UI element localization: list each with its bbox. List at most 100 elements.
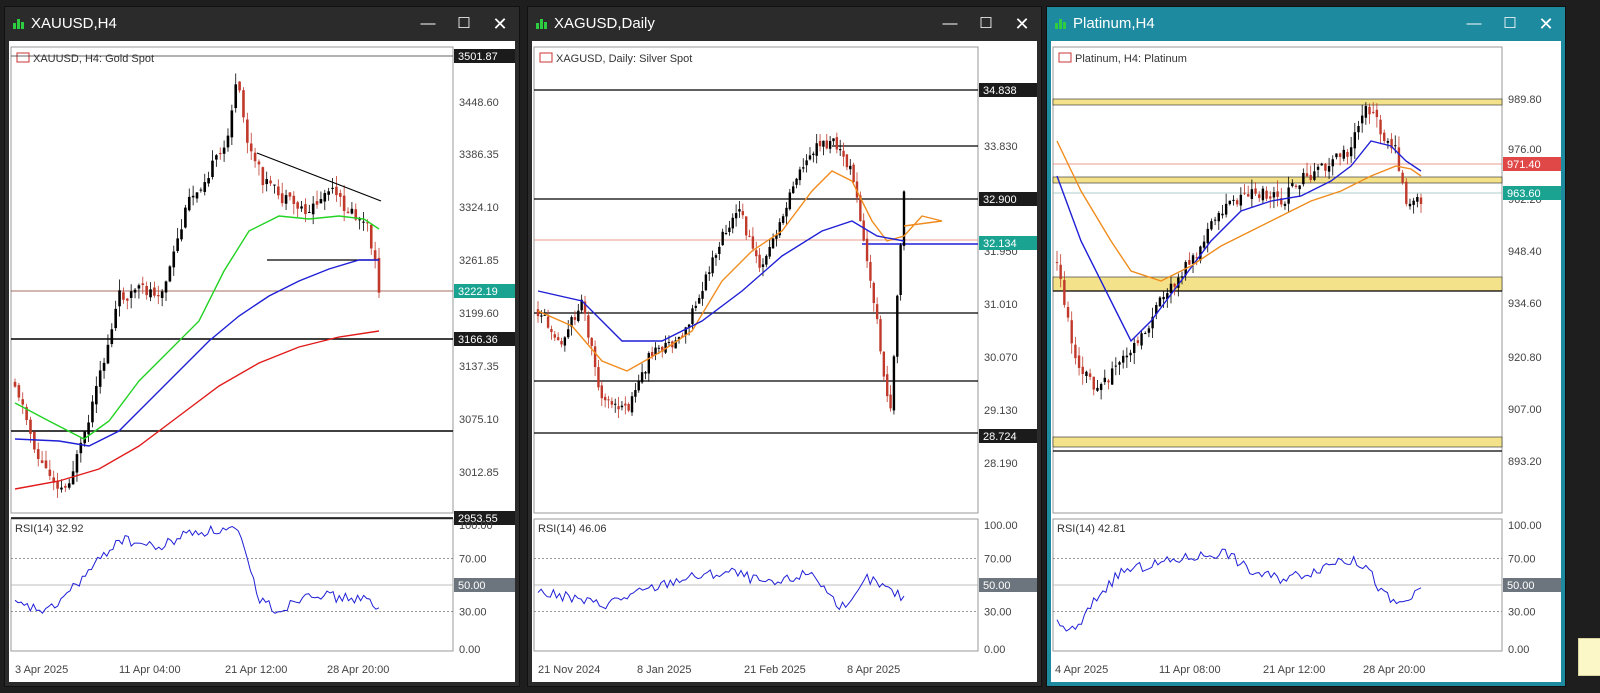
maximize-button[interactable]: ☐ bbox=[1497, 13, 1523, 35]
bull-candle bbox=[765, 255, 768, 265]
bear-candle bbox=[145, 286, 148, 296]
bull-candle bbox=[1291, 183, 1294, 187]
note-widget bbox=[1578, 638, 1600, 676]
chart-canvas[interactable]: XAUUSD, H4: Gold Spot 3501.87 3448.60 3386.… bbox=[9, 41, 517, 684]
bull-candle bbox=[563, 337, 567, 346]
price-label: 3222.19 bbox=[458, 286, 498, 298]
chart-area[interactable]: Platinum, H4: Platinum989.80976.00962.20… bbox=[1051, 41, 1561, 682]
bull-candle bbox=[1283, 203, 1287, 206]
bear-candle bbox=[1059, 264, 1062, 280]
bull-candle bbox=[1129, 352, 1132, 356]
bull-candle bbox=[102, 362, 106, 371]
bear-candle bbox=[373, 250, 377, 261]
bull-candle bbox=[1261, 188, 1265, 201]
chart-window-platinum[interactable]: Platinum,H4 — ☐ ✕ Platinum, H4: Platinum… bbox=[1046, 6, 1566, 687]
support-zone bbox=[1052, 276, 1503, 292]
bull-candle bbox=[265, 179, 269, 185]
price-axis-tick: 33.830 bbox=[984, 141, 1018, 153]
bear-candle bbox=[879, 319, 882, 352]
price-axis-tick: 3386.35 bbox=[459, 149, 499, 161]
bull-candle bbox=[697, 297, 701, 304]
bull-candle bbox=[215, 155, 218, 160]
close-button[interactable]: ✕ bbox=[1009, 13, 1035, 35]
minimize-button[interactable]: — bbox=[937, 13, 963, 35]
bull-candle bbox=[1239, 194, 1243, 206]
bear-candle bbox=[550, 329, 553, 333]
bear-candle bbox=[288, 192, 292, 197]
bull-candle bbox=[203, 182, 207, 192]
bear-candle bbox=[1243, 192, 1246, 194]
window-titlebar[interactable]: Platinum,H4 — ☐ ✕ bbox=[1047, 7, 1565, 41]
bull-candle bbox=[1191, 255, 1195, 264]
bear-candle bbox=[741, 211, 745, 216]
bear-candle bbox=[593, 346, 597, 368]
minimize-button[interactable]: — bbox=[1461, 13, 1487, 35]
bull-candle bbox=[567, 329, 570, 338]
bear-candle bbox=[1066, 306, 1070, 318]
chart-canvas[interactable]: XAGUSD, Daily: Silver Spot 34.838 33.830 32… bbox=[532, 41, 1039, 684]
bull-candle bbox=[187, 196, 191, 211]
bear-candle bbox=[852, 164, 855, 182]
bull-candle bbox=[788, 192, 792, 210]
close-button[interactable]: ✕ bbox=[1533, 13, 1559, 35]
bull-candle bbox=[738, 209, 741, 212]
bull-candle bbox=[1224, 203, 1228, 215]
bull-candle bbox=[892, 356, 896, 411]
rsi-axis-tick: 100.00 bbox=[459, 520, 493, 532]
rsi-axis-tick: 100.00 bbox=[1508, 520, 1542, 532]
bull-candle bbox=[300, 206, 303, 209]
close-button[interactable]: ✕ bbox=[487, 13, 513, 35]
chart-window-xagusd[interactable]: XAGUSD,Daily — ☐ ✕ XAGUSD, Daily: Silver… bbox=[527, 6, 1042, 687]
bull-candle bbox=[637, 381, 640, 391]
bear-candle bbox=[1077, 355, 1081, 368]
bull-candle bbox=[1335, 153, 1338, 158]
bear-candle bbox=[153, 287, 156, 296]
bear-candle bbox=[346, 211, 350, 213]
window-titlebar[interactable]: XAGUSD,Daily — ☐ ✕ bbox=[528, 7, 1041, 41]
bear-candle bbox=[627, 404, 630, 411]
bear-candle bbox=[875, 304, 879, 320]
price-axis-tick: 907.00 bbox=[1508, 404, 1542, 416]
bull-candle bbox=[708, 272, 711, 274]
bull-candle bbox=[1313, 171, 1316, 180]
bear-candle bbox=[624, 403, 627, 406]
support-zone bbox=[1052, 436, 1503, 448]
bull-candle bbox=[230, 110, 234, 138]
bear-candle bbox=[1276, 191, 1279, 197]
bear-candle bbox=[553, 334, 556, 338]
window-titlebar[interactable]: XAUUSD,H4 — ☐ ✕ bbox=[5, 7, 519, 41]
minimize-button[interactable]: — bbox=[415, 13, 441, 35]
bear-candle bbox=[280, 193, 284, 204]
bull-candle bbox=[362, 221, 365, 223]
time-axis-label: 11 Apr 04:00 bbox=[119, 664, 181, 676]
bear-candle bbox=[29, 419, 32, 434]
window-title: XAGUSD,Daily bbox=[554, 15, 655, 32]
bull-candle bbox=[110, 329, 114, 345]
bull-candle bbox=[327, 191, 330, 195]
bull-candle bbox=[211, 160, 214, 178]
price-axis-tick: 3075.10 bbox=[459, 414, 499, 426]
bear-candle bbox=[342, 195, 346, 211]
maximize-button[interactable]: ☐ bbox=[973, 13, 999, 35]
price-axis-tick: 29.130 bbox=[984, 405, 1018, 417]
bear-candle bbox=[744, 216, 748, 236]
bull-candle bbox=[160, 291, 164, 298]
chart-window-xauusd[interactable]: XAUUSD,H4 — ☐ ✕ XAUUSD, H4: Gold Spot 350… bbox=[4, 6, 520, 687]
bull-candle bbox=[1202, 241, 1206, 248]
bull-candle bbox=[1232, 199, 1235, 201]
rsi-axis-tick: 0.00 bbox=[1508, 644, 1529, 656]
rsi-axis-tick: 30.00 bbox=[459, 606, 487, 618]
bull-candle bbox=[802, 167, 805, 169]
price-label: 3501.87 bbox=[458, 51, 498, 63]
bull-candle bbox=[350, 208, 354, 214]
bear-candle bbox=[1246, 194, 1250, 197]
chart-area[interactable]: XAGUSD, Daily: Silver Spot 34.838 33.830 32… bbox=[532, 41, 1037, 682]
bear-candle bbox=[1235, 200, 1239, 205]
bull-candle bbox=[1394, 145, 1397, 147]
rsi-axis-tick: 30.00 bbox=[984, 606, 1012, 618]
chart-area[interactable]: XAUUSD, H4: Gold Spot 3501.87 3448.60 3386.… bbox=[9, 41, 515, 682]
maximize-button[interactable]: ☐ bbox=[451, 13, 477, 35]
bear-candle bbox=[242, 90, 245, 118]
bear-candle bbox=[141, 283, 145, 286]
chart-canvas[interactable]: Platinum, H4: Platinum989.80976.00962.20… bbox=[1051, 41, 1563, 684]
